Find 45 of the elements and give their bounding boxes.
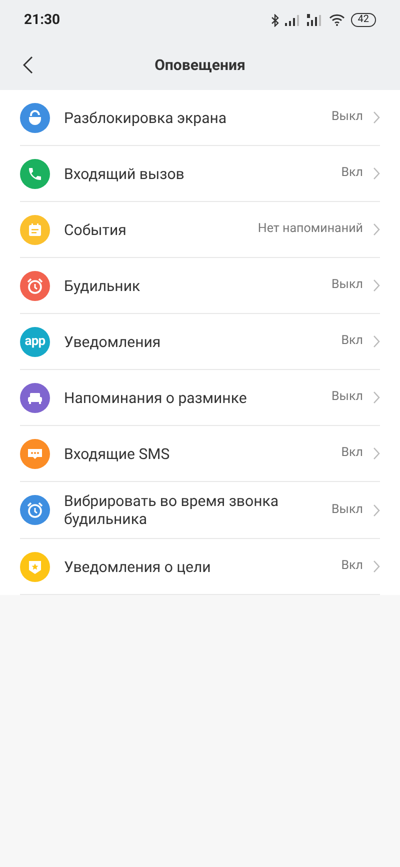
row-value: Выкл — [332, 276, 363, 294]
settings-row[interactable]: Будильник Выкл — [20, 258, 380, 314]
row-value: Выкл — [332, 500, 363, 519]
back-icon — [23, 56, 33, 74]
settings-row[interactable]: События Нет напоминаний — [20, 202, 380, 258]
row-label: Входящие SMS — [64, 444, 171, 462]
row-label: Уведомления о цели — [64, 558, 212, 576]
settings-row[interactable]: Вибрировать во время звонка будильника Выкл — [20, 482, 380, 539]
chevron-icon — [373, 335, 380, 348]
row-label: События — [64, 220, 128, 238]
bluetooth-icon — [270, 14, 279, 26]
row-value: Вкл — [341, 444, 363, 462]
chevron-icon — [373, 111, 380, 124]
chevron-icon — [373, 504, 380, 516]
row-label: Напоминания о разминке — [64, 388, 248, 406]
chevron-icon — [373, 167, 380, 180]
settings-row[interactable]: Разблокировка экрана Выкл — [20, 90, 380, 146]
chevron-icon — [373, 391, 380, 404]
settings-row[interactable]: app Уведомления Вкл — [20, 314, 380, 370]
row-label: Входящий вызов — [64, 164, 186, 182]
row-value: Вкл — [341, 332, 363, 350]
row-label: Вибрировать во время звонка будильника — [64, 492, 280, 528]
row-value: Вкл — [341, 164, 363, 182]
page-title: Оповещения — [154, 54, 246, 76]
settings-row[interactable]: Входящие SMS Вкл — [20, 426, 380, 482]
app-icon-label: app — [24, 335, 46, 348]
signal-icon — [284, 14, 301, 26]
status-time: 21:30 — [24, 10, 60, 30]
row-label: Разблокировка экрана — [64, 108, 228, 126]
chevron-icon — [373, 560, 380, 573]
row-value: Нет напоминаний — [258, 220, 363, 238]
row-value: Вкл — [341, 557, 363, 576]
chevron-icon — [373, 279, 380, 292]
row-label: Уведомления — [64, 332, 162, 350]
settings-row[interactable]: Входящий вызов Вкл — [20, 146, 380, 202]
row-value: Выкл — [332, 388, 363, 406]
signal-icon — [306, 14, 323, 26]
settings-row[interactable]: Уведомления о цели Вкл — [20, 539, 380, 595]
row-value: Выкл — [332, 108, 363, 126]
chevron-icon — [373, 223, 380, 236]
settings-row[interactable]: Напоминания о разминке Выкл — [20, 370, 380, 426]
battery-indicator: 42 — [350, 13, 376, 27]
row-label: Будильник — [64, 276, 142, 294]
wifi-icon — [328, 14, 345, 26]
chevron-icon — [373, 447, 380, 460]
